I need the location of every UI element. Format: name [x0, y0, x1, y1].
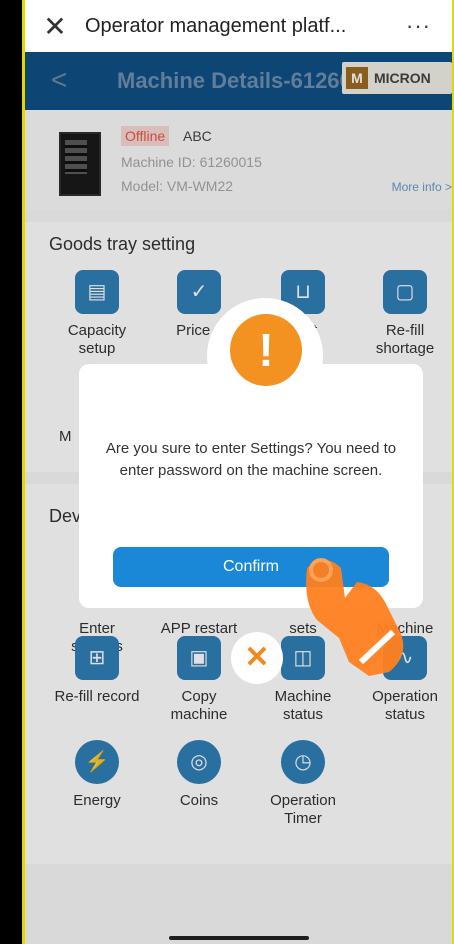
- dialog-message: Are you sure to enter Settings? You need…: [105, 440, 397, 479]
- close-icon[interactable]: ✕: [25, 10, 85, 43]
- home-indicator: [169, 936, 309, 940]
- phone-screen: ✕ Operator management platf... ··· < Mac…: [22, 0, 454, 944]
- more-icon[interactable]: ···: [406, 13, 452, 39]
- exclamation-icon: !: [230, 314, 302, 386]
- page-title: Operator management platf...: [85, 14, 347, 37]
- dismiss-icon[interactable]: ✕: [231, 632, 283, 684]
- tap-hand-icon: [306, 558, 404, 676]
- top-bar: ✕ Operator management platf... ···: [25, 0, 452, 52]
